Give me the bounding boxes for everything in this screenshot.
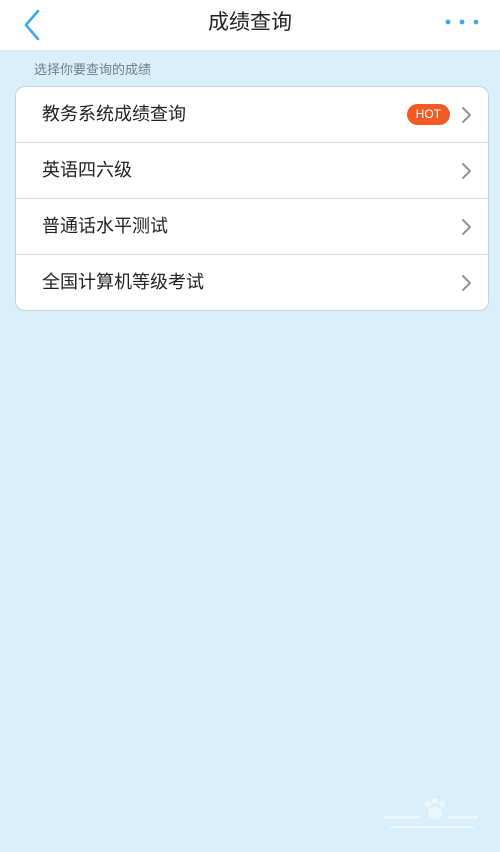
list-item-mandarin-test[interactable]: 普通话水平测试	[16, 199, 488, 255]
more-options-button[interactable]	[442, 9, 482, 35]
list-item-label: 普通话水平测试	[42, 216, 168, 237]
list-item-cet[interactable]: 英语四六级	[16, 143, 488, 199]
list-item-label: 英语四六级	[42, 160, 132, 181]
score-query-list: 教务系统成绩查询 HOT 英语四六级 普通话水平测试 全国计算机等级考试	[15, 86, 489, 311]
list-item-ncre[interactable]: 全国计算机等级考试	[16, 255, 488, 310]
chevron-right-icon	[458, 274, 474, 292]
list-item-label: 教务系统成绩查询	[42, 104, 186, 125]
section-header: 选择你要查询的成绩	[34, 63, 152, 78]
hot-badge: HOT	[406, 104, 450, 125]
more-dots-icon	[445, 19, 479, 25]
list-item-academic-system[interactable]: 教务系统成绩查询 HOT	[16, 87, 488, 143]
watermark-logo	[382, 796, 482, 836]
list-item-label: 全国计算机等级考试	[42, 272, 204, 293]
chevron-left-icon	[24, 9, 40, 41]
back-button[interactable]	[12, 5, 52, 45]
top-nav-bar: 成绩查询	[0, 0, 500, 51]
chevron-right-icon	[458, 162, 474, 180]
chevron-right-icon	[458, 218, 474, 236]
chevron-right-icon	[458, 106, 474, 124]
page-title: 成绩查询	[208, 10, 292, 34]
